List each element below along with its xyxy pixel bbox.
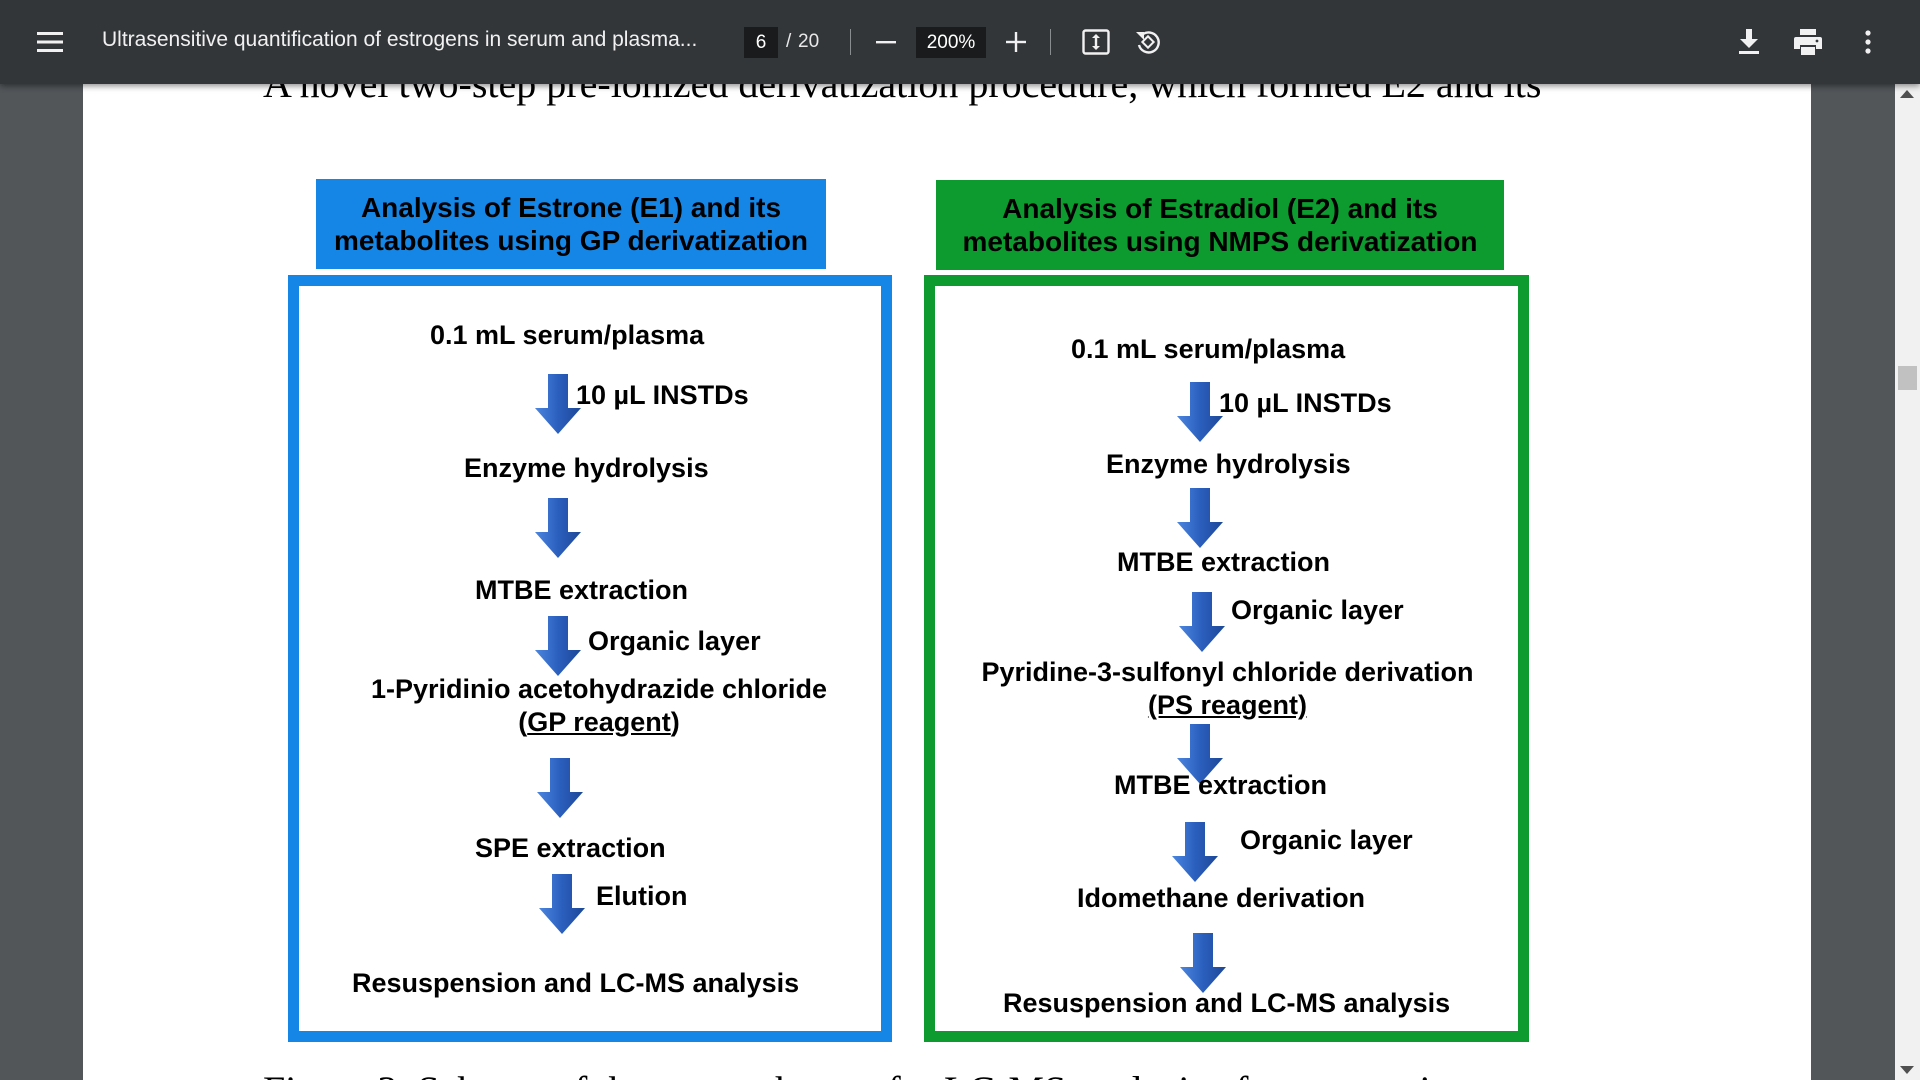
zoom-input[interactable] xyxy=(916,27,986,58)
fit-to-page-icon xyxy=(1082,29,1110,55)
left-arrow-label-instd: 10 µL INSTDs xyxy=(576,380,749,410)
document-title: Ultrasensitive quantification of estroge… xyxy=(102,28,698,51)
left-step-sample: 0.1 mL serum/plasma xyxy=(430,320,705,350)
gp-reagent-label: GP reagent xyxy=(527,707,671,737)
download-button[interactable] xyxy=(1729,22,1769,62)
page-total: 20 xyxy=(798,31,820,52)
right-arrow-label-organic-2: Organic layer xyxy=(1240,825,1413,855)
page-text-fragment-bottom: Figure 3. Scheme of the two pathways for… xyxy=(263,1067,1558,1080)
right-arrow-label-instd: 10 µL INSTDs xyxy=(1219,388,1392,418)
rotate-icon xyxy=(1136,31,1160,54)
vertical-scrollbar[interactable] xyxy=(1895,84,1920,1080)
right-step-sample: 0.1 mL serum/plasma xyxy=(1071,334,1346,364)
minus-icon xyxy=(876,41,896,44)
left-panel-header: Analysis of Estrone (E1) and its metabol… xyxy=(316,179,826,269)
plus-icon xyxy=(1006,32,1026,52)
down-arrow-icon xyxy=(1179,592,1225,652)
pdf-page: A novel two-step pre-ionized derivatizat… xyxy=(83,84,1811,1080)
page-separator: / xyxy=(786,31,792,52)
down-arrow-icon xyxy=(1180,933,1226,993)
print-button[interactable] xyxy=(1788,22,1828,62)
pdf-toolbar: Ultrasensitive quantification of estroge… xyxy=(0,0,1920,84)
right-header-line1: Analysis of Estradiol (E2) and its xyxy=(1002,193,1438,224)
scroll-up-icon[interactable] xyxy=(1900,90,1914,98)
left-header-line2: metabolites using GP derivatization xyxy=(333,225,809,256)
right-step-idomethane: Idomethane derivation xyxy=(1077,883,1366,913)
down-arrow-icon xyxy=(537,758,583,818)
left-step-gp-derivatization: 1-Pyridinio acetohydrazide chloride (GP … xyxy=(370,674,828,737)
down-arrow-icon xyxy=(535,374,581,434)
left-arrow-label-organic: Organic layer xyxy=(588,626,761,656)
scrollbar-thumb[interactable] xyxy=(1898,366,1917,390)
fit-to-page-button[interactable] xyxy=(1076,22,1116,62)
down-arrow-icon xyxy=(1172,822,1218,882)
right-arrow-label-organic: Organic layer xyxy=(1231,595,1404,625)
left-header-line1: Analysis of Estrone (E1) and its xyxy=(360,192,782,223)
page-text-fragment: A novel two-step pre-ionized derivatizat… xyxy=(263,84,1541,107)
left-step-hydrolysis: Enzyme hydrolysis xyxy=(464,453,709,483)
toolbar-divider xyxy=(1050,29,1051,55)
left-step-lcms: Resuspension and LC-MS analysis xyxy=(352,968,800,998)
down-arrow-icon xyxy=(539,874,585,934)
pdf-viewer[interactable]: A novel two-step pre-ionized derivatizat… xyxy=(0,84,1920,1080)
more-options-button[interactable] xyxy=(1848,22,1888,62)
toolbar-divider xyxy=(850,29,851,55)
page-number-input[interactable] xyxy=(744,27,778,58)
right-step-lcms: Resuspension and LC-MS analysis xyxy=(1003,988,1451,1018)
down-arrow-icon xyxy=(535,498,581,558)
left-arrow-label-elution: Elution xyxy=(596,881,688,911)
zoom-in-button[interactable] xyxy=(996,22,1036,62)
right-step-ps-derivatization: Pyridine-3-sulfonyl chloride derivation … xyxy=(981,657,1474,720)
scroll-down-icon[interactable] xyxy=(1900,1066,1914,1074)
menu-icon[interactable] xyxy=(30,22,70,62)
down-arrow-icon xyxy=(1177,382,1223,442)
print-icon xyxy=(1794,29,1822,55)
right-header-line2: metabolites using NMPS derivatization xyxy=(962,226,1478,257)
ps-reagent-label: (PS reagent) xyxy=(1147,690,1308,720)
right-step-mtbe: MTBE extraction xyxy=(1117,547,1331,577)
right-panel-header: Analysis of Estradiol (E2) and its metab… xyxy=(936,180,1504,270)
rotate-button[interactable] xyxy=(1128,22,1168,62)
left-step-spe: SPE extraction xyxy=(475,833,666,863)
down-arrow-icon xyxy=(535,616,581,676)
zoom-out-button[interactable] xyxy=(866,22,906,62)
right-step-mtbe-2: MTBE extraction xyxy=(1114,770,1328,800)
right-step-hydrolysis: Enzyme hydrolysis xyxy=(1106,449,1351,479)
left-step-mtbe: MTBE extraction xyxy=(475,575,689,605)
down-arrow-icon xyxy=(1177,488,1223,548)
download-icon xyxy=(1739,29,1759,54)
more-vert-icon xyxy=(1865,30,1871,54)
